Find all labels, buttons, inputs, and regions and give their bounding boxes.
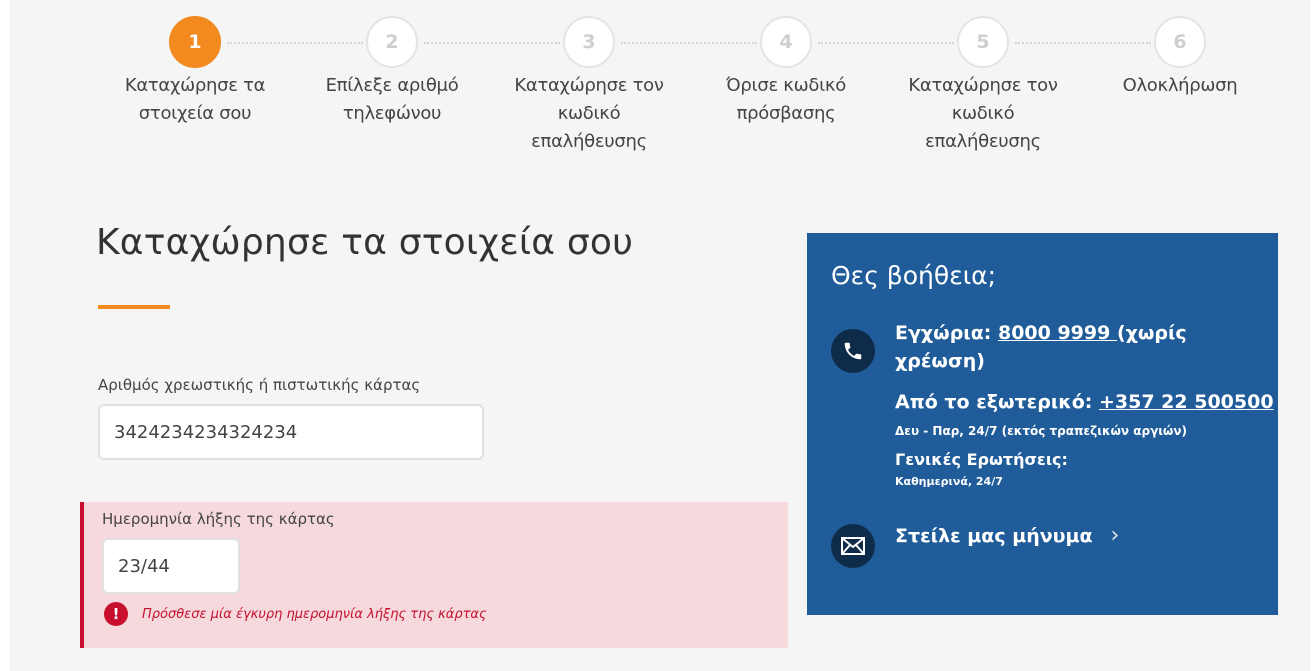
- envelope-icon[interactable]: [831, 524, 875, 568]
- step-5: 5 Καταχώρησε τον κωδικό επαλήθευσης: [888, 16, 1078, 156]
- abroad-phone-link[interactable]: +357 22 500500: [1099, 391, 1274, 413]
- step-number: 2: [366, 16, 418, 68]
- support-hours: Δευ - Παρ, 24/7 (εκτός τραπεζικών αργιών…: [895, 424, 1188, 438]
- step-label: Όρισε κωδικό πρόσβασης: [726, 75, 846, 124]
- step-number: 3: [563, 16, 615, 68]
- step-label: Καταχώρησε τον κωδικό επαλήθευσης: [908, 75, 1058, 152]
- title-underline: [98, 305, 170, 309]
- step-2: 2 Επίλεξε αριθμό τηλεφώνου: [297, 16, 487, 128]
- error-icon: !: [104, 602, 128, 626]
- step-1: 1 Καταχώρησε τα στοιχεία σου: [100, 16, 290, 128]
- step-number: 4: [760, 16, 812, 68]
- send-message-label: Στείλε μας μήνυμα: [895, 524, 1093, 547]
- step-label: Επίλεξε αριθμό τηλεφώνου: [325, 75, 459, 124]
- step-3: 3 Καταχώρησε τον κωδικό επαλήθευσης: [494, 16, 684, 156]
- step-number: 6: [1154, 16, 1206, 68]
- send-message-link[interactable]: Στείλε μας μήνυμα ›: [895, 523, 1119, 548]
- local-phone-prefix: Εγχώρια:: [895, 322, 998, 344]
- expiry-date-label: Ημερομηνία λήξης της κάρτας: [102, 510, 335, 528]
- step-number: 5: [957, 16, 1009, 68]
- error-message: ! Πρόσθεσε μία έγκυρη ημερομηνία λήξης τ…: [104, 602, 487, 626]
- progress-stepper: 1 Καταχώρησε τα στοιχεία σου 2 Επίλεξε α…: [10, 0, 1310, 180]
- page-title: Καταχώρησε τα στοιχεία σου: [96, 222, 634, 263]
- faq-hours: Καθημερινά, 24/7: [895, 475, 1003, 488]
- expiry-date-input[interactable]: [102, 538, 240, 594]
- help-panel: Θες βοήθεια; Εγχώρια: 8000 9999 (χωρίς χ…: [807, 233, 1278, 615]
- step-4: 4 Όρισε κωδικό πρόσβασης: [691, 16, 881, 128]
- abroad-phone: Από το εξωτερικό: +357 22 500500: [895, 391, 1274, 413]
- step-number: 1: [169, 16, 221, 68]
- local-phone: Εγχώρια: 8000 9999 (χωρίς χρέωση): [895, 319, 1255, 375]
- step-label: Καταχώρησε τον κωδικό επαλήθευσης: [514, 75, 664, 152]
- card-number-input[interactable]: [98, 404, 484, 460]
- expiry-error-section: Ημερομηνία λήξης της κάρτας ! Πρόσθεσε μ…: [80, 502, 788, 648]
- chevron-right-icon: ›: [1110, 523, 1120, 548]
- page-background: 1 Καταχώρησε τα στοιχεία σου 2 Επίλεξε α…: [10, 0, 1310, 671]
- faq-label: Γενικές Ερωτήσεις:: [895, 450, 1068, 469]
- abroad-phone-prefix: Από το εξωτερικό:: [895, 391, 1099, 413]
- step-6: 6 Ολοκλήρωση: [1085, 16, 1275, 100]
- error-text: Πρόσθεσε μία έγκυρη ημερομηνία λήξης της…: [142, 606, 487, 622]
- step-label: Ολοκλήρωση: [1122, 75, 1238, 96]
- help-title: Θες βοήθεια;: [831, 261, 997, 290]
- local-phone-link[interactable]: 8000 9999: [998, 322, 1117, 344]
- step-label: Καταχώρησε τα στοιχεία σου: [124, 75, 266, 124]
- phone-icon: [831, 329, 875, 373]
- card-number-label: Αριθμός χρεωστικής ή πιστωτικής κάρτας: [98, 376, 421, 394]
